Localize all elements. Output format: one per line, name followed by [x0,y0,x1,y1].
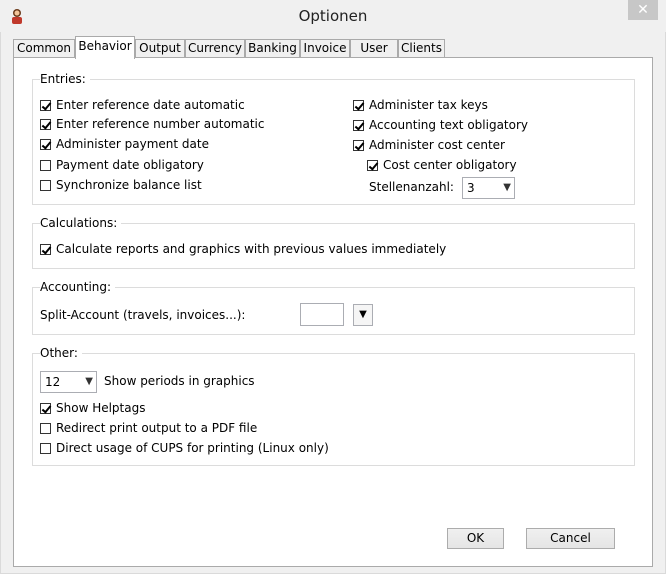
calculations-group-label: Calculations: [40,216,122,230]
chevron-down-icon: ▼ [503,182,511,193]
tab-user[interactable]: User [350,39,398,57]
tab-currency[interactable]: Currency [185,39,245,57]
periods-select[interactable]: 12 ▼ [40,371,97,393]
administer-cost-center-checkbox[interactable]: Administer cost center [353,137,505,153]
checkbox-label: Administer payment date [56,137,209,151]
stellenanzahl-select[interactable]: 3 ▼ [462,177,515,199]
check-icon [353,119,364,131]
ok-button[interactable]: OK [447,528,504,549]
split-account-input[interactable] [300,303,344,326]
check-icon [40,99,51,111]
payment-date-obligatory-checkbox[interactable]: Payment date obligatory [40,157,204,173]
title-bar: Optionen ✕ [0,0,666,32]
check-icon [40,138,51,150]
tab-banking[interactable]: Banking [245,39,300,57]
checkbox-label: Accounting text obligatory [369,118,528,132]
checkbox-label: Calculate reports and graphics with prev… [56,242,447,256]
split-account-label: Split-Account (travels, invoices...): [40,308,246,322]
check-icon [40,402,51,414]
check-icon [40,243,51,255]
enter-reference-number-checkbox[interactable]: Enter reference number automatic [40,116,264,132]
window-title: Optionen [298,7,368,25]
checkbox-label: Administer cost center [369,138,505,152]
behavior-panel: Entries: Enter reference date automatic … [13,57,653,567]
show-helptags-checkbox[interactable]: Show Helptags [40,400,145,416]
cups-printing-checkbox[interactable]: Direct usage of CUPS for printing (Linux… [40,440,329,456]
other-group-label: Other: [40,346,82,360]
tab-common[interactable]: Common [13,39,75,57]
tab-invoice[interactable]: Invoice [300,39,350,57]
check-icon [367,159,378,171]
tab-clients[interactable]: Clients [398,39,445,57]
checkbox-label: Cost center obligatory [383,158,517,172]
chevron-down-icon: ▼ [85,376,93,387]
administer-payment-date-checkbox[interactable]: Administer payment date [40,136,209,152]
periods-value: 12 [45,375,61,389]
split-account-dropdown-button[interactable]: ▼ [353,304,373,326]
cancel-button[interactable]: Cancel [526,528,615,549]
checkbox-label: Direct usage of CUPS for printing (Linux… [56,441,329,455]
checkbox-label: Synchronize balance list [56,178,202,192]
checkbox-label: Enter reference number automatic [56,117,265,131]
accounting-text-obligatory-checkbox[interactable]: Accounting text obligatory [353,117,528,133]
close-button[interactable]: ✕ [628,0,658,20]
chevron-down-icon: ▼ [359,309,367,320]
check-icon [40,118,51,130]
enter-reference-date-checkbox[interactable]: Enter reference date automatic [40,97,245,113]
stellenanzahl-label: Stellenanzahl: [369,180,454,194]
synchronize-balance-list-checkbox[interactable]: Synchronize balance list [40,177,202,193]
periods-label: Show periods in graphics [104,374,255,388]
checkbox-label: Administer tax keys [369,98,488,112]
checkbox-label: Enter reference date automatic [56,98,245,112]
redirect-pdf-checkbox[interactable]: Redirect print output to a PDF file [40,420,257,436]
administer-tax-keys-checkbox[interactable]: Administer tax keys [353,97,488,113]
accounting-group-label: Accounting: [40,280,116,294]
tab-output[interactable]: Output [135,39,185,57]
check-icon [353,139,364,151]
checkbox-label: Show Helptags [56,401,146,415]
check-icon [353,99,364,111]
tab-behavior[interactable]: Behavior [75,36,135,59]
entries-group-label: Entries: [40,72,90,86]
stellenanzahl-value: 3 [467,181,475,195]
cost-center-obligatory-checkbox[interactable]: Cost center obligatory [367,157,517,173]
checkbox-label: Payment date obligatory [56,158,204,172]
checkbox-label: Redirect print output to a PDF file [56,421,258,435]
calculate-reports-checkbox[interactable]: Calculate reports and graphics with prev… [40,241,446,257]
